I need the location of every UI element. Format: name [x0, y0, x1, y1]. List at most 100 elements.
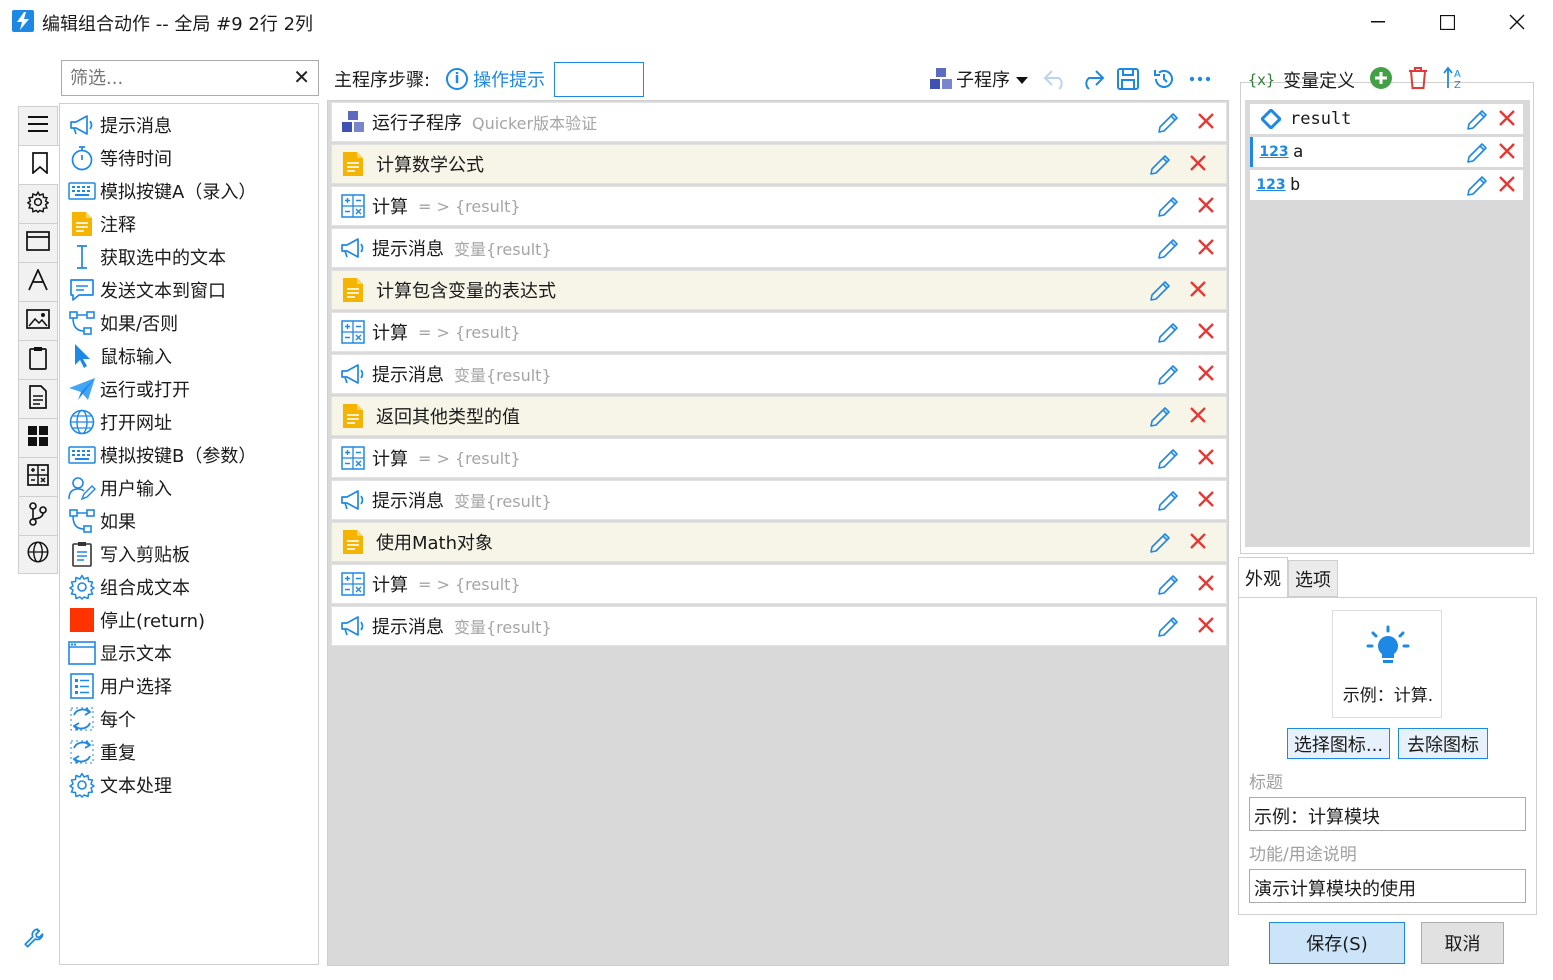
edit-pencil-icon[interactable] — [1156, 363, 1180, 392]
clear-filter-icon[interactable]: ✕ — [293, 65, 310, 89]
remove-icon-button[interactable]: 去除图标 — [1398, 728, 1488, 759]
action-item[interactable]: 写入剪贴板 — [68, 537, 190, 570]
action-item[interactable]: 鼠标输入 — [68, 339, 172, 372]
delete-x-icon[interactable] — [1196, 111, 1216, 136]
step-row[interactable]: 计算 = > {result} — [331, 186, 1227, 226]
step-row[interactable]: 提示消息 变量{result} — [331, 480, 1227, 520]
edit-pencil-icon[interactable] — [1156, 321, 1180, 350]
description-field[interactable]: 演示计算模块的使用 — [1249, 869, 1526, 903]
rail-tab-clipboard[interactable] — [18, 340, 58, 379]
title-field[interactable]: 示例：计算模块 — [1249, 797, 1526, 831]
rail-tab-document[interactable] — [18, 379, 58, 418]
delete-x-icon[interactable] — [1196, 489, 1216, 514]
wrench-icon[interactable] — [22, 926, 48, 957]
rail-tab-gear[interactable] — [18, 184, 58, 223]
action-item[interactable]: 用户输入 — [68, 471, 172, 504]
maximize-button[interactable] — [1412, 0, 1482, 44]
rail-tab-window[interactable] — [18, 223, 58, 262]
step-row[interactable]: 提示消息 变量{result} — [331, 354, 1227, 394]
step-row[interactable]: 提示消息 变量{result} — [331, 606, 1227, 646]
edit-pencil-icon[interactable] — [1148, 153, 1172, 182]
edit-pencil-icon[interactable] — [1148, 531, 1172, 560]
action-item[interactable]: 运行或打开 — [68, 372, 190, 405]
sort-az-icon[interactable]: AZ — [1443, 66, 1465, 95]
delete-x-icon[interactable] — [1196, 321, 1216, 346]
delete-x-icon[interactable] — [1188, 153, 1208, 178]
edit-pencil-icon[interactable] — [1465, 108, 1489, 137]
action-item[interactable]: 等待时间 — [68, 141, 172, 174]
undo-icon[interactable] — [1038, 68, 1074, 90]
delete-x-icon[interactable] — [1188, 405, 1208, 430]
action-item[interactable]: 停止(return) — [68, 603, 205, 636]
filter-box[interactable]: ✕ — [61, 60, 319, 96]
rail-tab-globe[interactable] — [18, 535, 58, 574]
rail-tab-windows[interactable] — [18, 418, 58, 457]
action-item[interactable]: 文本处理 — [68, 768, 172, 801]
redo-icon[interactable] — [1074, 68, 1110, 90]
action-item[interactable]: 获取选中的文本 — [68, 240, 226, 273]
rail-tab-font[interactable] — [18, 262, 58, 301]
edit-pencil-icon[interactable] — [1465, 174, 1489, 203]
subprogram-dropdown[interactable]: 子程序 — [956, 66, 1010, 92]
action-item[interactable]: 如果 — [68, 504, 136, 537]
save-icon[interactable] — [1110, 68, 1146, 90]
variable-row[interactable]: 123 b — [1250, 170, 1523, 200]
action-item[interactable]: 提示消息 — [68, 108, 172, 141]
delete-x-icon[interactable] — [1196, 237, 1216, 262]
step-row[interactable]: 使用Math对象 — [331, 522, 1227, 562]
rail-tab-list[interactable] — [18, 106, 58, 145]
step-row[interactable]: 返回其他类型的值 — [331, 396, 1227, 436]
trash-icon[interactable] — [1407, 66, 1429, 95]
minimize-button[interactable] — [1343, 0, 1413, 44]
rail-tab-calculator[interactable] — [18, 457, 58, 496]
add-variable-icon[interactable] — [1369, 66, 1393, 95]
step-row[interactable]: 计算 = > {result} — [331, 564, 1227, 604]
action-item[interactable]: 模拟按键B（参数） — [68, 438, 256, 471]
close-button[interactable] — [1482, 0, 1552, 44]
edit-pencil-icon[interactable] — [1156, 573, 1180, 602]
variable-row[interactable]: 123 a — [1250, 137, 1523, 167]
delete-x-icon[interactable] — [1196, 447, 1216, 472]
action-item[interactable]: 组合成文本 — [68, 570, 190, 603]
tab-options[interactable]: 选项 — [1288, 560, 1338, 597]
step-row[interactable]: 计算 = > {result} — [331, 312, 1227, 352]
edit-pencil-icon[interactable] — [1465, 141, 1489, 170]
variable-row[interactable]: result — [1250, 104, 1523, 134]
step-search-input[interactable] — [554, 62, 644, 97]
history-icon[interactable] — [1146, 67, 1182, 91]
action-item[interactable]: 模拟按键A（录入） — [68, 174, 256, 207]
delete-x-icon[interactable] — [1188, 279, 1208, 304]
rail-tab-branch[interactable] — [18, 496, 58, 535]
edit-pencil-icon[interactable] — [1156, 489, 1180, 518]
action-item[interactable]: 注释 — [68, 207, 136, 240]
step-row[interactable]: 计算数学公式 — [331, 144, 1227, 184]
action-item[interactable]: 发送文本到窗口 — [68, 273, 226, 306]
cancel-button[interactable]: 取消 — [1421, 922, 1504, 964]
action-item[interactable]: 每个 — [68, 702, 136, 735]
step-row[interactable]: 计算 = > {result} — [331, 438, 1227, 478]
edit-pencil-icon[interactable] — [1156, 615, 1180, 644]
action-item[interactable]: 如果/否则 — [68, 306, 178, 339]
icon-preview[interactable]: 示例：计算. — [1332, 610, 1442, 718]
step-row[interactable]: 计算包含变量的表达式 — [331, 270, 1227, 310]
action-item[interactable]: 打开网址 — [68, 405, 172, 438]
choose-icon-button[interactable]: 选择图标... — [1287, 728, 1390, 759]
rail-tab-bookmark[interactable] — [18, 145, 60, 184]
delete-x-icon[interactable] — [1497, 108, 1517, 133]
more-icon[interactable] — [1182, 76, 1218, 82]
operation-hint-link[interactable]: i 操作提示 — [446, 66, 545, 92]
delete-x-icon[interactable] — [1196, 363, 1216, 388]
edit-pencil-icon[interactable] — [1156, 195, 1180, 224]
edit-pencil-icon[interactable] — [1148, 405, 1172, 434]
action-item[interactable]: 显示文本 — [68, 636, 172, 669]
chevron-down-icon[interactable] — [1016, 69, 1028, 90]
filter-input[interactable] — [70, 66, 280, 90]
save-button[interactable]: 保存(S) — [1269, 922, 1405, 964]
edit-pencil-icon[interactable] — [1156, 237, 1180, 266]
tab-appearance[interactable]: 外观 — [1238, 557, 1288, 598]
edit-pencil-icon[interactable] — [1156, 111, 1180, 140]
step-row[interactable]: 运行子程序 Quicker版本验证 — [331, 102, 1227, 142]
delete-x-icon[interactable] — [1196, 573, 1216, 598]
delete-x-icon[interactable] — [1497, 141, 1517, 166]
action-item[interactable]: 重复 — [68, 735, 136, 768]
